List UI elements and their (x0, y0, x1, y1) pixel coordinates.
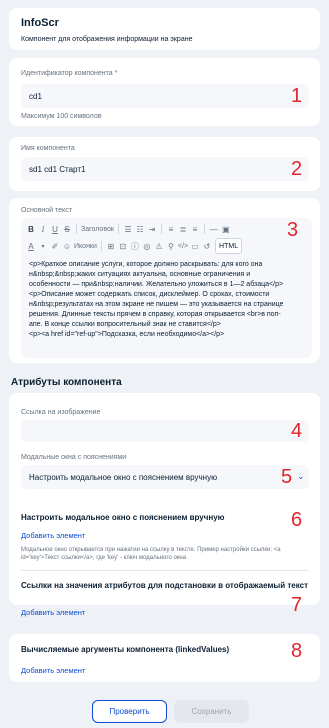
attributes-card: Ссылка на изображение 4 Модальные окна с… (9, 393, 320, 617)
info-icon[interactable]: ⓘ (129, 238, 141, 254)
table-icon[interactable]: ⊞ (105, 238, 117, 254)
horizontal-line-icon[interactable]: — (208, 221, 220, 237)
bulb-icon[interactable]: ◎ (141, 238, 153, 254)
italic-icon[interactable]: I (37, 221, 49, 237)
image-link-label: Ссылка на изображение (21, 409, 101, 416)
editor-line: апе. В конце ссылки вопросительный знак … (29, 321, 221, 328)
editor-content[interactable]: <p>Краткое описание услуги, которое долж… (29, 260, 315, 340)
computed-card: Вычисляемые аргументы компонента (linked… (9, 634, 320, 682)
bullet-list-icon[interactable]: ☰ (122, 221, 134, 237)
main-text-label: Основной текст (21, 207, 72, 214)
manual-modal-title: Настроить модальное окно с пояснением вр… (21, 513, 225, 522)
save-button[interactable]: Сохранить (174, 700, 249, 723)
editor-line: <p><a href id="ref-up">Подсказка, если н… (29, 331, 225, 338)
component-name-card: Имя компонента sd1 cd1 Старт1 2 (9, 137, 320, 191)
divider (21, 570, 309, 571)
component-name-value: sd1 cd1 Старт1 (29, 164, 86, 174)
header-card: InfoScr Компонент для отображения информ… (9, 8, 320, 50)
bold-icon[interactable]: B (25, 221, 37, 237)
page-title: InfoScr (21, 17, 59, 29)
marker-5: 5 (281, 466, 293, 488)
attr-links-add-link[interactable]: Добавить элемент (21, 608, 85, 617)
chevron-down-icon[interactable]: ▾ (37, 238, 49, 254)
component-name-label: Имя компонента (21, 145, 75, 152)
align-right-icon[interactable]: ≡ (189, 221, 201, 237)
chevron-down-icon[interactable]: ⌄ (297, 471, 305, 482)
editor-line: <p>Описание может содержать список, диск… (29, 291, 270, 298)
editor-line: особенности — при&nbsp;наличии. Желатель… (29, 281, 284, 288)
component-id-value: cd1 (29, 91, 42, 101)
component-id-label: Идентификатор компонента * (21, 70, 118, 77)
editor-toolbar-row-1: B I U S Заголовок ☰ ☷ ⇥ ≡ ≣ ≡ — ▣ (25, 221, 316, 237)
component-id-card: Идентификатор компонента * cd1 1 Максиму… (9, 58, 320, 126)
component-id-field[interactable]: cd1 (21, 84, 309, 108)
align-center-icon[interactable]: ≣ (177, 221, 189, 237)
link-icon[interactable]: ⚲ (165, 238, 177, 254)
editor-line: <p>Краткое описание услуги, которое долж… (29, 261, 263, 268)
page-subtitle: Компонент для отображения информации на … (21, 36, 193, 43)
numbered-list-icon[interactable]: ☷ (134, 221, 146, 237)
underline-icon[interactable]: U (49, 221, 61, 237)
main-text-card: Основной текст B I U S Заголовок ☰ ☷ ⇥ ≡… (9, 198, 320, 363)
warning-icon[interactable]: ⚠ (153, 238, 165, 254)
modals-select[interactable]: Настроить модальное окно с пояснением вр… (21, 465, 309, 489)
editor-line: решения. Длинные тексты прячем в справку… (29, 311, 281, 318)
blocks-icon[interactable]: ⊡ (117, 238, 129, 254)
marker-2: 2 (291, 158, 303, 180)
modals-selected: Настроить модальное окно с пояснением вр… (29, 472, 218, 482)
modals-label: Модальные окна с пояснениями (21, 454, 127, 461)
editor-line: н&nbsp;результатах на этом экране не пиш… (29, 301, 284, 308)
code-icon[interactable]: </> (177, 238, 189, 254)
indent-icon[interactable]: ⇥ (146, 221, 158, 237)
image-link-field[interactable] (21, 420, 309, 442)
manual-modal-add-link[interactable]: Добавить элемент (21, 531, 85, 540)
marker-6: 6 (291, 509, 303, 531)
emoji-icon[interactable]: ☺ (61, 238, 73, 254)
marker-1: 1 (291, 85, 303, 107)
icons-button[interactable]: Иконки (73, 238, 98, 254)
editor-toolbar-row-2: A ▾ ✐ ☺ Иконки ⊞ ⊡ ⓘ ◎ ⚠ ⚲ </> ▭ ↺ HTML (25, 238, 316, 254)
text-color-icon[interactable]: A (25, 238, 37, 254)
computed-add-link[interactable]: Добавить элемент (21, 666, 85, 675)
manual-modal-hint: Модальное окно открывается при нажатии н… (21, 547, 281, 561)
component-id-hint: Максимум 100 символов (21, 113, 102, 120)
heading-dropdown[interactable]: Заголовок (80, 221, 115, 237)
html-button[interactable]: HTML (215, 238, 243, 254)
comment-icon[interactable]: ▭ (189, 238, 201, 254)
paint-icon[interactable]: ✐ (49, 238, 61, 254)
check-button[interactable]: Проверить (92, 700, 167, 723)
computed-title: Вычисляемые аргументы компонента (linked… (21, 645, 230, 654)
marker-7: 7 (291, 594, 303, 616)
align-left-icon[interactable]: ≡ (165, 221, 177, 237)
marker-3: 3 (287, 219, 299, 241)
component-name-field[interactable]: sd1 cd1 Старт1 (21, 157, 309, 181)
undo-icon[interactable]: ↺ (201, 238, 213, 254)
strikethrough-icon[interactable]: S (61, 221, 73, 237)
attr-links-title: Ссылки на значения атрибутов для подстан… (21, 581, 308, 590)
marker-8: 8 (291, 640, 303, 662)
image-icon[interactable]: ▣ (220, 221, 232, 237)
editor-line: н&nbsp;&nbsp;жаких ситуациях актуальна, … (29, 271, 251, 278)
marker-4: 4 (291, 420, 303, 442)
attributes-title: Атрибуты компонента (11, 377, 122, 388)
